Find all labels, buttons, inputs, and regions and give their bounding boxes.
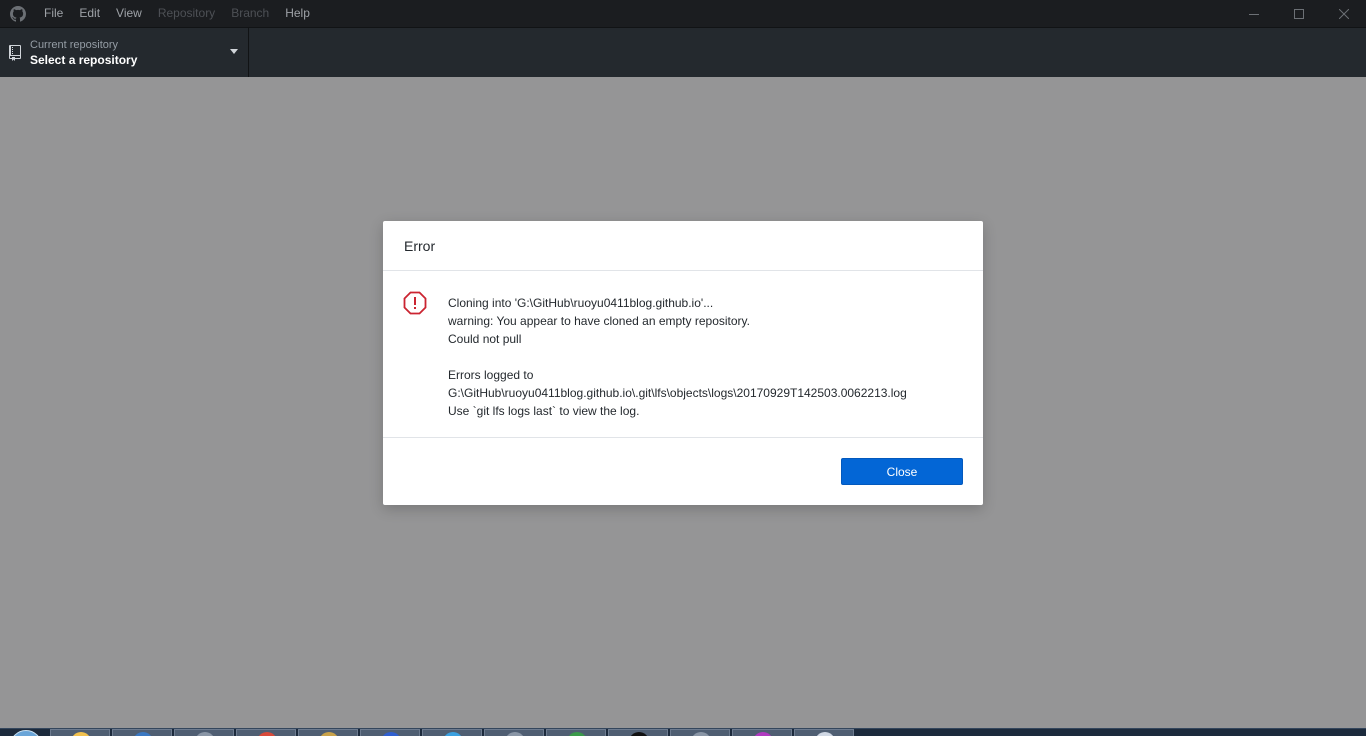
- error-line: warning: You appear to have cloned an em…: [448, 314, 750, 328]
- taskbar-app-button[interactable]: [608, 729, 668, 736]
- app-icon: [443, 732, 463, 736]
- app-icon: [567, 732, 587, 736]
- menu-view[interactable]: View: [108, 0, 150, 27]
- taskbar-app-button[interactable]: [50, 729, 110, 736]
- maximize-button[interactable]: [1276, 0, 1321, 27]
- close-window-button[interactable]: [1321, 0, 1366, 27]
- error-message: Cloning into 'G:\GitHub\ruoyu0411blog.gi…: [448, 294, 968, 420]
- chrome-icon: [257, 732, 277, 736]
- taskbar-app-button[interactable]: [174, 729, 234, 736]
- repo-icon: [0, 28, 30, 77]
- explorer-icon: [71, 732, 91, 736]
- taskbar-apps: [50, 729, 856, 736]
- github-logo-icon: [0, 0, 36, 27]
- chevron-down-icon: [230, 49, 238, 54]
- terminal-icon: [629, 732, 649, 736]
- error-line: Errors logged to: [448, 368, 534, 382]
- taskbar-app-button[interactable]: [546, 729, 606, 736]
- dialog-body: Cloning into 'G:\GitHub\ruoyu0411blog.gi…: [383, 271, 983, 438]
- error-line: Use `git lfs logs last` to view the log.: [448, 404, 640, 418]
- close-icon: [1338, 8, 1349, 19]
- menu-help[interactable]: Help: [277, 0, 318, 27]
- close-button[interactable]: Close: [841, 458, 963, 485]
- taskbar-app-button[interactable]: [360, 729, 420, 736]
- menu-file[interactable]: File: [36, 0, 71, 27]
- app-icon: [381, 732, 401, 736]
- current-repository-selector[interactable]: Current repository Select a repository: [0, 28, 249, 77]
- taskbar-app-button[interactable]: [670, 729, 730, 736]
- app-icon: [195, 732, 215, 736]
- app-icon: [691, 732, 711, 736]
- minimize-icon: [1248, 13, 1259, 15]
- window-controls: [1231, 0, 1366, 27]
- app-icon: [505, 732, 525, 736]
- taskbar: [0, 728, 1366, 736]
- error-stop-icon: [403, 291, 427, 315]
- error-log-path: G:\GitHub\ruoyu0411blog.github.io\.git\l…: [448, 386, 907, 400]
- taskbar-app-button[interactable]: [732, 729, 792, 736]
- taskbar-app-button[interactable]: [422, 729, 482, 736]
- repo-text: Current repository Select a repository: [30, 38, 137, 68]
- dialog-title: Error: [404, 237, 436, 254]
- menu-repository[interactable]: Repository: [150, 0, 223, 27]
- taskbar-app-button[interactable]: [794, 729, 854, 736]
- title-bar: File Edit View Repository Branch Help: [0, 0, 1366, 27]
- app-icon: [815, 732, 835, 736]
- error-line: Could not pull: [448, 332, 522, 346]
- repo-title: Select a repository: [30, 52, 138, 67]
- maximize-icon: [1293, 8, 1304, 19]
- toolbar: Current repository Select a repository: [0, 27, 1366, 77]
- menu-branch[interactable]: Branch: [223, 0, 277, 27]
- dialog-header: Error: [383, 221, 983, 271]
- dialog-footer: Close: [383, 438, 983, 504]
- taskbar-app-button[interactable]: [298, 729, 358, 736]
- error-dialog: Error Cloning into 'G:\GitHub\ruoyu0411b…: [383, 221, 983, 505]
- menu-bar: File Edit View Repository Branch Help: [36, 0, 318, 27]
- app-icon: [753, 732, 773, 736]
- app-icon: [319, 732, 339, 736]
- error-line: Cloning into 'G:\GitHub\ruoyu0411blog.gi…: [448, 296, 714, 310]
- taskbar-app-button[interactable]: [484, 729, 544, 736]
- minimize-button[interactable]: [1231, 0, 1276, 27]
- taskbar-app-button[interactable]: [112, 729, 172, 736]
- taskbar-app-button[interactable]: [236, 729, 296, 736]
- app-icon: [133, 732, 153, 736]
- start-button[interactable]: [0, 729, 50, 736]
- repo-caption: Current repository: [30, 38, 119, 51]
- menu-edit[interactable]: Edit: [71, 0, 108, 27]
